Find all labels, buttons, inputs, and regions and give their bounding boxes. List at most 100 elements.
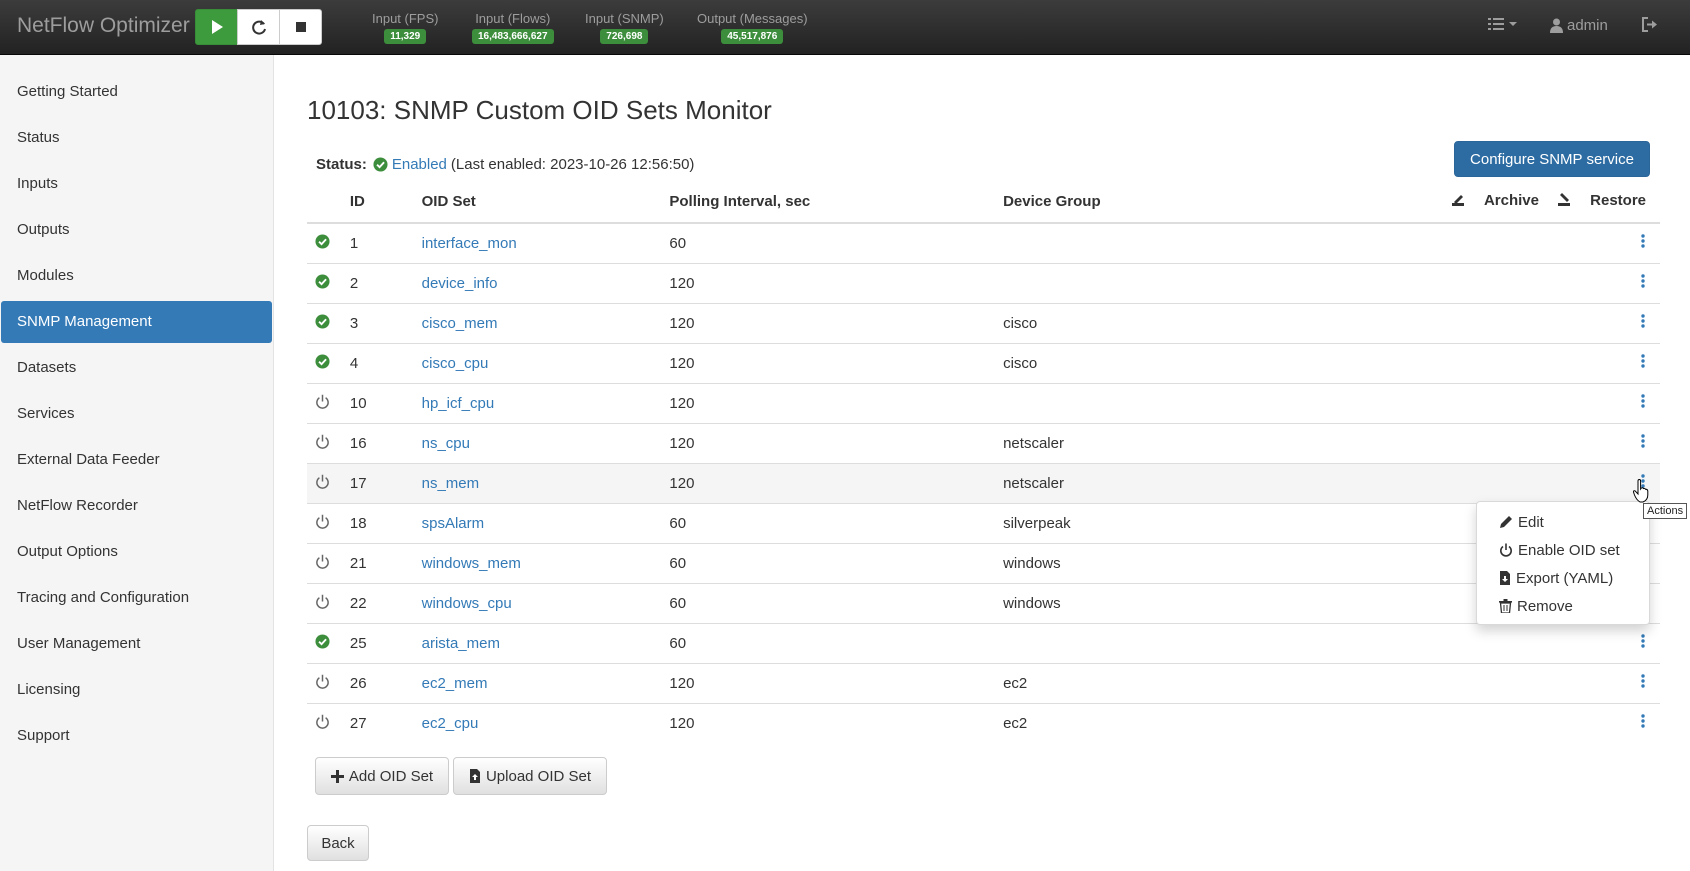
back-button[interactable]: Back	[307, 825, 369, 861]
user-menu[interactable]: admin	[1550, 17, 1608, 34]
stop-button[interactable]	[279, 9, 322, 45]
sidebar-item-datasets[interactable]: Datasets	[1, 347, 272, 389]
add-oid-set-button[interactable]: Add OID Set	[315, 757, 449, 795]
oid-set-link[interactable]: windows_mem	[422, 555, 521, 572]
menu-item-enable-oid-set[interactable]: Enable OID set	[1477, 536, 1649, 564]
sidebar-item-modules[interactable]: Modules	[1, 255, 272, 297]
table-row: 3 cisco_mem 120 cisco	[307, 302, 1660, 343]
logout-icon	[1642, 17, 1657, 32]
start-button[interactable]	[195, 9, 238, 45]
sidebar-item-inputs[interactable]: Inputs	[1, 163, 272, 205]
sidebar-item-snmp-management[interactable]: SNMP Management	[1, 301, 272, 343]
table-row: 18 spsAlarm 60 silverpeak	[307, 502, 1660, 543]
oid-set-link[interactable]: device_info	[422, 275, 498, 292]
kebab-menu-icon[interactable]	[1640, 394, 1646, 412]
interval-cell: 120	[661, 262, 996, 303]
interval-cell: 60	[661, 622, 996, 663]
status-cell	[307, 382, 342, 423]
device-group-cell: silverpeak	[995, 502, 1429, 543]
oid-set-link[interactable]: hp_icf_cpu	[422, 395, 495, 412]
oid-set-cell: windows_cpu	[413, 582, 662, 623]
power-icon	[315, 674, 330, 693]
restore-icon	[1558, 193, 1571, 207]
menu-item-remove[interactable]: Remove	[1477, 592, 1649, 620]
sidebar-item-output-options[interactable]: Output Options	[1, 531, 272, 573]
oid-set-link[interactable]: ns_mem	[422, 475, 480, 492]
status-cell	[307, 222, 342, 263]
actions-cell	[1428, 622, 1660, 663]
app-brand[interactable]: NetFlow Optimizer	[17, 14, 190, 38]
kebab-menu-icon[interactable]	[1640, 714, 1646, 732]
archive-label: Archive	[1483, 191, 1539, 209]
status-label: Status:	[316, 156, 367, 173]
actions-cell	[1428, 382, 1660, 423]
menu-item-edit[interactable]: Edit	[1477, 508, 1649, 536]
sidebar-item-tracing-and-configuration[interactable]: Tracing and Configuration	[1, 577, 272, 619]
kebab-menu-icon[interactable]	[1640, 434, 1646, 452]
sidebar-item-outputs[interactable]: Outputs	[1, 209, 272, 251]
oid-set-link[interactable]: windows_cpu	[422, 595, 512, 612]
table-row: 16 ns_cpu 120 netscaler	[307, 422, 1660, 463]
menu-item-label: Export (YAML)	[1516, 569, 1614, 587]
sidebar: Getting Started Status Inputs Outputs Mo…	[0, 55, 274, 871]
menu-item-export-yaml[interactable]: Export (YAML)	[1477, 564, 1649, 592]
oid-set-link[interactable]: spsAlarm	[422, 515, 485, 532]
sidebar-item-getting-started[interactable]: Getting Started	[1, 71, 272, 113]
status-value-link[interactable]: Enabled	[392, 156, 447, 173]
header-oid-set: OID Set	[413, 181, 662, 224]
device-group-cell: windows	[995, 542, 1429, 583]
oid-set-link[interactable]: cisco_mem	[422, 315, 498, 332]
interval-cell: 120	[661, 382, 996, 423]
oid-set-cell: cisco_mem	[413, 302, 662, 343]
oid-set-link[interactable]: interface_mon	[422, 235, 517, 252]
menu-toggle[interactable]	[1488, 17, 1518, 31]
id-cell: 27	[341, 702, 414, 743]
interval-cell: 60	[661, 542, 996, 583]
sidebar-item-status[interactable]: Status	[1, 117, 272, 159]
sidebar-item-external-data-feeder[interactable]: External Data Feeder	[1, 439, 272, 481]
sidebar-item-licensing[interactable]: Licensing	[1, 669, 272, 711]
logout-button[interactable]	[1642, 17, 1658, 32]
kebab-menu-icon[interactable]	[1640, 234, 1646, 252]
archive-button[interactable]: Archive	[1451, 192, 1539, 209]
device-group-cell: windows	[995, 582, 1429, 623]
oid-set-link[interactable]: ec2_mem	[422, 675, 488, 692]
sidebar-item-services[interactable]: Services	[1, 393, 272, 435]
device-group-cell: netscaler	[995, 422, 1429, 463]
refresh-icon	[251, 20, 266, 35]
interval-cell: 120	[661, 662, 996, 703]
oid-set-link[interactable]: arista_mem	[422, 635, 500, 652]
page-title: 10103: SNMP Custom OID Sets Monitor	[307, 95, 772, 125]
oid-set-link[interactable]: ns_cpu	[422, 435, 470, 452]
kebab-menu-icon[interactable]	[1640, 634, 1646, 652]
interval-cell: 120	[661, 462, 996, 503]
kebab-menu-icon[interactable]	[1640, 354, 1646, 372]
upload-oid-set-button[interactable]: Upload OID Set	[453, 757, 607, 795]
table-row: 17 ns_mem 120 netscaler	[307, 462, 1660, 503]
oid-set-link[interactable]: ec2_cpu	[422, 715, 479, 732]
kebab-menu-icon[interactable]	[1640, 674, 1646, 692]
power-icon	[315, 714, 330, 733]
metric-input-snmp: Input (SNMP) 726,698	[585, 11, 664, 44]
restart-button[interactable]	[237, 9, 280, 45]
oid-set-cell: hp_icf_cpu	[413, 382, 662, 423]
metric-label: Input (FPS)	[372, 11, 439, 26]
header-device-group: Device Group	[995, 181, 1429, 224]
actions-tooltip: Actions	[1643, 503, 1688, 519]
header-polling-interval: Polling Interval, sec	[661, 181, 996, 224]
kebab-menu-icon[interactable]	[1640, 274, 1646, 292]
sidebar-item-user-management[interactable]: User Management	[1, 623, 272, 665]
sidebar-item-support[interactable]: Support	[1, 715, 272, 757]
device-group-cell: ec2	[995, 702, 1429, 743]
kebab-menu-icon[interactable]	[1640, 314, 1646, 332]
check-circle-icon	[315, 633, 330, 653]
metric-badge: 726,698	[600, 29, 649, 44]
sidebar-item-netflow-recorder[interactable]: NetFlow Recorder	[1, 485, 272, 527]
oid-sets-table: ID OID Set Polling Interval, sec Device …	[307, 181, 1660, 743]
table-row: 25 arista_mem 60	[307, 622, 1660, 663]
oid-set-link[interactable]: cisco_cpu	[422, 355, 489, 372]
pencil-icon	[1500, 516, 1512, 528]
check-circle-icon	[315, 353, 330, 373]
restore-button[interactable]: Restore	[1557, 192, 1646, 209]
configure-snmp-button[interactable]: Configure SNMP service	[1454, 141, 1650, 177]
